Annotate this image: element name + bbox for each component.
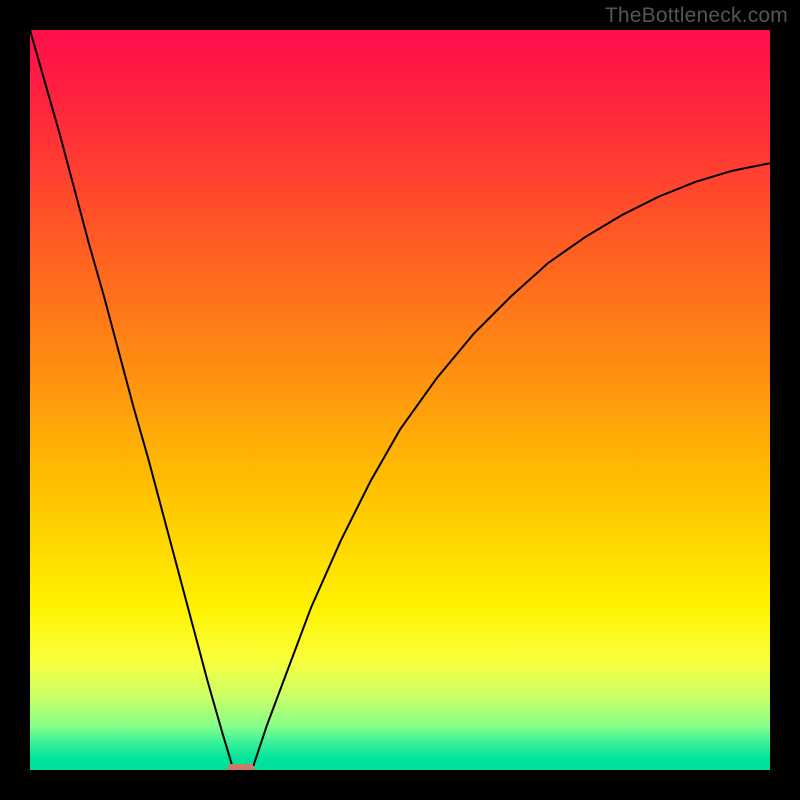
minimum-marker: [227, 764, 255, 770]
watermark-text: TheBottleneck.com: [605, 4, 788, 28]
chart-frame: TheBottleneck.com: [0, 0, 800, 800]
gradient-background: [30, 30, 770, 770]
chart-svg: [30, 30, 770, 770]
plot-area: [30, 30, 770, 770]
